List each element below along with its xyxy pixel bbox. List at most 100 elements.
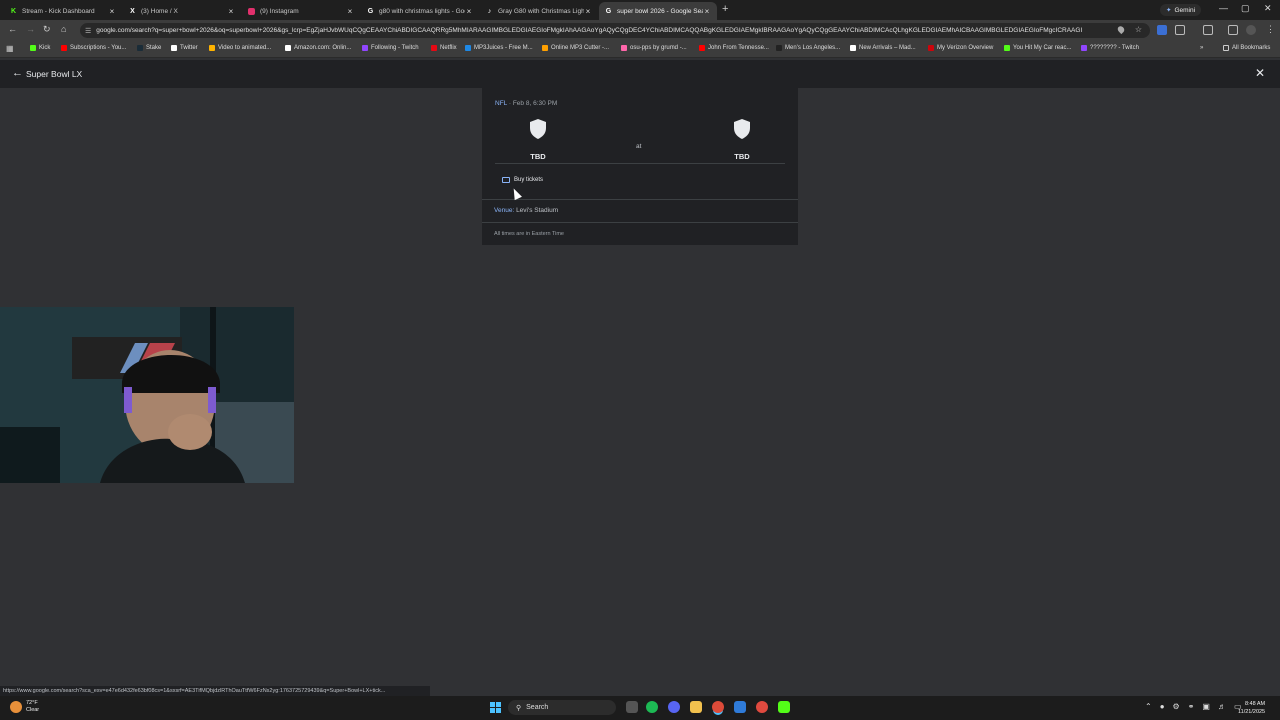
bookmark-item[interactable]: Subscriptions - You... [61,45,126,51]
tab-title: Stream - Kick Dashboard [22,7,95,15]
bookmark-favicon-icon [699,45,705,51]
bookmark-label: osu-pps by grumd -... [630,45,687,51]
clock-time: 8:48 AM [1244,701,1266,707]
tab-close-icon[interactable]: × [227,7,235,16]
location-icon[interactable] [1116,24,1126,35]
app-icon[interactable] [734,701,746,713]
divider [495,163,785,164]
back-arrow-icon[interactable]: ← [12,67,23,79]
away-team-name: TBD [530,152,546,161]
buy-tickets-button[interactable]: Buy tickets [497,173,550,187]
download-icon[interactable] [1228,25,1238,35]
spotify-icon[interactable] [646,701,658,713]
game-datetime: · Feb 8, 6:30 PM [508,100,558,107]
bookmark-item[interactable]: You Hit My Car reac... [1004,45,1071,51]
browser-tab[interactable]: ♪ Gray G80 with Christmas Lights × [480,2,598,20]
bookmark-item[interactable]: Twitter [171,45,198,51]
game-meta: NFL · Feb 8, 6:30 PM [495,100,557,107]
task-view-icon[interactable] [626,701,638,713]
tab-favicon-icon: G [367,7,374,15]
bookmark-label: Subscriptions - You... [70,45,127,51]
search-placeholder: Search [526,704,549,711]
bookmark-label: You Hit My Car reac... [1013,45,1072,51]
settings-icon[interactable]: ⚙ [1173,702,1180,711]
bookmark-item[interactable]: ???????? - Twitch [1081,45,1139,51]
cast-icon[interactable] [1203,25,1213,35]
forward-icon[interactable]: → [26,24,35,34]
browser-tab[interactable]: X (3) Home / X × [123,2,241,20]
venue-row: Venue: Levi's Stadium [494,207,558,214]
bookmark-star-icon[interactable]: ☆ [1135,25,1142,34]
bookmark-item[interactable]: Video to animated... [209,45,271,51]
menu-kebab-icon[interactable]: ⋮ [1266,24,1275,35]
away-team[interactable]: TBD [518,118,558,161]
tab-close-icon[interactable]: × [465,7,473,16]
site-info-icon[interactable]: ☰ [85,27,91,35]
chevron-up-icon[interactable]: ⌃ [1145,702,1152,711]
file-explorer-icon[interactable] [690,701,702,713]
browser-tab[interactable]: (9) Instagram × [242,2,360,20]
profile-avatar-icon[interactable] [1246,25,1256,35]
bookmark-item[interactable]: Amazon.com: Onlin... [285,45,351,51]
venue-label: Venue: [494,207,515,214]
tab-favicon-icon: X [130,7,135,15]
volume-icon[interactable]: ♬ [1218,702,1226,711]
bookmark-label: Online MP3 Cutter -... [551,45,610,51]
tab-close-icon[interactable]: × [703,7,711,16]
chrome-icon[interactable] [712,701,724,713]
bookmarks-overflow-icon[interactable]: » [1200,45,1203,51]
close-icon[interactable]: ✕ [1255,66,1265,80]
bookmark-item[interactable]: Stake [137,45,161,51]
gemini-button[interactable]: ✦ Gemini [1160,4,1202,16]
taskbar-search[interactable]: ⚲ Search [508,700,616,715]
bookmark-label: MP3Juices - Free M... [474,45,533,51]
app-icon[interactable] [756,701,768,713]
home-team[interactable]: TBD [722,118,762,161]
maximize-icon[interactable]: ▢ [1241,3,1250,14]
network-icon[interactable]: ▣ [1202,702,1210,711]
bookmark-item[interactable]: osu-pps by grumd -... [621,45,687,51]
bookmark-item[interactable]: New Arrivals – Mad... [850,45,916,51]
bookmark-favicon-icon [850,45,856,51]
browser-tab[interactable]: Gg80 with christmas lights - Goo × [361,2,479,20]
bookmark-item[interactable]: MP3Juices - Free M... [465,45,533,51]
weather-widget[interactable]: 72°F Clear [10,700,39,714]
game-card: NFL · Feb 8, 6:30 PM TBD at TBD Buy tick… [482,88,798,245]
window-close-icon[interactable]: ✕ [1264,3,1272,14]
browser-tab[interactable]: K Stream - Kick Dashboard × [4,2,122,20]
bookmark-item[interactable]: My Verizon Overview [928,45,993,51]
tab-close-icon[interactable]: × [584,7,592,16]
clock[interactable]: 8:48 AM 11/21/2025 [1238,700,1265,716]
tab-title: g80 with christmas lights - Goo [379,7,465,15]
microphone-icon[interactable]: ⚭ [1188,702,1195,711]
minimize-icon[interactable]: — [1219,3,1228,13]
page-header: ← Super Bowl LX ✕ [0,60,1280,88]
bookmark-item[interactable]: John From Tennesse... [699,45,769,51]
bookmark-favicon-icon [928,45,934,51]
bookmark-item[interactable]: Men's Los Angeles... [776,45,840,51]
tray-app-icon[interactable]: ● [1160,702,1165,711]
tab-close-icon[interactable]: × [108,7,116,16]
apps-grid-icon[interactable]: ▦ [6,44,14,53]
back-icon[interactable]: ← [8,24,17,34]
home-icon[interactable]: ⌂ [61,24,66,34]
reload-icon[interactable]: ↻ [43,24,51,35]
start-button[interactable] [490,702,501,713]
all-bookmarks[interactable]: All Bookmarks [1223,45,1270,51]
browser-tab[interactable]: Gsuper bowl 2026 - Google Sear × [599,2,717,20]
address-bar[interactable]: ☰ google.com/search?q=super+bowl+2026&oq… [80,23,1150,38]
league-label[interactable]: NFL [495,100,507,107]
discord-icon[interactable] [668,701,680,713]
bookmark-favicon-icon [1081,45,1087,51]
bookmark-item[interactable]: Online MP3 Cutter -... [542,45,609,51]
venue-value[interactable]: Levi's Stadium [516,207,558,214]
bookmark-item[interactable]: Netflix [431,45,457,51]
new-tab-icon[interactable]: + [722,3,728,15]
kick-icon[interactable] [778,701,790,713]
bookmark-favicon-icon [209,45,215,51]
bookmark-item[interactable]: Kick [30,45,50,51]
bookmark-item[interactable]: Following - Twitch [362,45,419,51]
tab-close-icon[interactable]: × [346,7,354,16]
extension-icon[interactable] [1157,25,1167,35]
extensions-puzzle-icon[interactable] [1175,25,1185,35]
